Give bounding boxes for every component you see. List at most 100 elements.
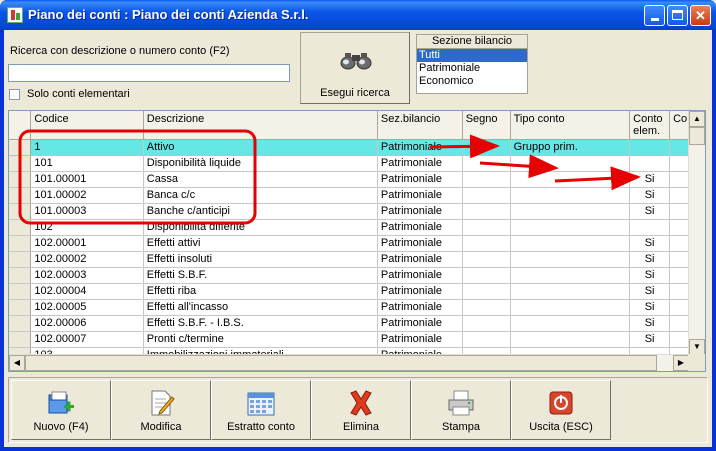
row-indicator[interactable] xyxy=(9,235,32,252)
table-row[interactable]: 101.00001 Cassa Patrimoniale Si xyxy=(9,171,705,188)
col-header-descrizione[interactable]: Descrizione xyxy=(143,111,378,140)
statement-button[interactable]: Estratto conto xyxy=(211,380,311,440)
table-row[interactable]: 102.00001 Effetti attivi Patrimoniale Si xyxy=(9,235,705,252)
cell-codice[interactable]: 101.00001 xyxy=(30,171,144,188)
cell-descrizione[interactable]: Effetti S.B.F. - I.B.S. xyxy=(143,315,378,332)
row-indicator[interactable] xyxy=(9,139,32,156)
scroll-down-button[interactable]: ▼ xyxy=(689,339,705,355)
row-indicator[interactable] xyxy=(9,267,32,284)
horizontal-scroll-thumb[interactable] xyxy=(25,355,657,371)
exit-button[interactable]: Uscita (ESC) xyxy=(511,380,611,440)
table-row[interactable]: 102.00007 Pronti c/termine Patrimoniale Si xyxy=(9,331,705,348)
cell-codice[interactable]: 101.00003 xyxy=(30,203,144,220)
table-row[interactable]: 1 Attivo Patrimoniale Gruppo prim. xyxy=(9,139,705,156)
cell-codice[interactable]: 102.00007 xyxy=(30,331,144,348)
row-indicator[interactable] xyxy=(9,219,32,236)
row-indicator[interactable] xyxy=(9,155,32,172)
edit-button[interactable]: Modifica xyxy=(111,380,211,440)
cell-conto-elem[interactable]: Si xyxy=(629,203,671,220)
grid-vertical-scrollbar[interactable]: ▲ ▼ xyxy=(688,111,705,355)
cell-sez-bilancio[interactable]: Patrimoniale xyxy=(377,315,463,332)
cell-tipo-conto[interactable] xyxy=(510,283,631,300)
cell-sez-bilancio[interactable]: Patrimoniale xyxy=(377,219,463,236)
cell-descrizione[interactable]: Effetti riba xyxy=(143,283,378,300)
table-row[interactable]: 101.00002 Banca c/c Patrimoniale Si xyxy=(9,187,705,204)
cell-descrizione[interactable]: Effetti S.B.F. xyxy=(143,267,378,284)
elementary-only-checkbox[interactable] xyxy=(9,88,20,100)
cell-segno[interactable] xyxy=(462,315,511,332)
cell-sez-bilancio[interactable]: Patrimoniale xyxy=(377,203,463,220)
cell-segno[interactable] xyxy=(462,267,511,284)
cell-conto-elem[interactable]: Si xyxy=(629,331,671,348)
sezione-bilancio-listbox[interactable]: Sezione bilancio Tutti Patrimoniale Econ… xyxy=(416,34,528,94)
cell-codice[interactable]: 102.00006 xyxy=(30,315,144,332)
cell-tipo-conto[interactable] xyxy=(510,219,631,236)
cell-segno[interactable] xyxy=(462,203,511,220)
sezione-option-economico[interactable]: Economico xyxy=(417,75,527,88)
col-header-codice[interactable]: Codice xyxy=(30,111,144,140)
delete-button[interactable]: Elimina xyxy=(311,380,411,440)
cell-codice[interactable]: 101.00002 xyxy=(30,187,144,204)
row-indicator[interactable] xyxy=(9,315,32,332)
row-indicator[interactable] xyxy=(9,187,32,204)
table-row[interactable]: 102.00005 Effetti all'incasso Patrimoniale… xyxy=(9,299,705,316)
row-indicator[interactable] xyxy=(9,331,32,348)
table-row[interactable]: 101 Disponibilità liquide Patrimoniale xyxy=(9,155,705,172)
table-row[interactable]: 102.00002 Effetti insoluti Patrimoniale Si xyxy=(9,251,705,268)
cell-sez-bilancio[interactable]: Patrimoniale xyxy=(377,139,463,156)
new-button[interactable]: Nuovo (F4) xyxy=(11,380,111,440)
cell-tipo-conto[interactable] xyxy=(510,331,631,348)
cell-tipo-conto[interactable] xyxy=(510,299,631,316)
row-indicator[interactable] xyxy=(9,203,32,220)
cell-segno[interactable] xyxy=(462,139,511,156)
cell-segno[interactable] xyxy=(462,251,511,268)
cell-descrizione[interactable]: Banca c/c xyxy=(143,187,378,204)
cell-sez-bilancio[interactable]: Patrimoniale xyxy=(377,251,463,268)
col-header-conto-elem[interactable]: Conto elem. xyxy=(629,111,671,140)
cell-codice[interactable]: 101 xyxy=(30,155,144,172)
cell-sez-bilancio[interactable]: Patrimoniale xyxy=(377,235,463,252)
cell-tipo-conto[interactable]: Gruppo prim. xyxy=(510,139,631,156)
cell-segno[interactable] xyxy=(462,187,511,204)
cell-codice[interactable]: 1 xyxy=(30,139,144,156)
cell-tipo-conto[interactable] xyxy=(510,155,631,172)
cell-conto-elem[interactable] xyxy=(629,139,671,156)
cell-descrizione[interactable]: Attivo xyxy=(143,139,378,156)
col-header-sez-bilancio[interactable]: Sez.bilancio xyxy=(377,111,463,140)
cell-conto-elem[interactable]: Si xyxy=(629,171,671,188)
cell-descrizione[interactable]: Cassa xyxy=(143,171,378,188)
cell-conto-elem[interactable] xyxy=(629,155,671,172)
cell-segno[interactable] xyxy=(462,331,511,348)
cell-descrizione[interactable]: Pronti c/termine xyxy=(143,331,378,348)
table-row[interactable]: 102 Disponibilità differite Patrimoniale xyxy=(9,219,705,236)
cell-codice[interactable]: 102.00001 xyxy=(30,235,144,252)
cell-conto-elem[interactable]: Si xyxy=(629,251,671,268)
cell-tipo-conto[interactable] xyxy=(510,251,631,268)
cell-conto-elem[interactable]: Si xyxy=(629,187,671,204)
accounts-grid[interactable]: Codice Descrizione Sez.bilancio Segno Ti… xyxy=(8,110,706,372)
cell-codice[interactable]: 102.00004 xyxy=(30,283,144,300)
cell-conto-elem[interactable]: Si xyxy=(629,283,671,300)
table-row[interactable]: 102.00006 Effetti S.B.F. - I.B.S. Patrimon… xyxy=(9,315,705,332)
cell-conto-elem[interactable]: Si xyxy=(629,299,671,316)
grid-horizontal-scrollbar[interactable]: ◀ ▶ xyxy=(9,354,689,371)
cell-sez-bilancio[interactable]: Patrimoniale xyxy=(377,283,463,300)
scroll-left-button[interactable]: ◀ xyxy=(9,355,25,371)
table-row[interactable]: 101.00003 Banche c/anticipi Patrimoniale Si xyxy=(9,203,705,220)
cell-descrizione[interactable]: Effetti attivi xyxy=(143,235,378,252)
cell-segno[interactable] xyxy=(462,219,511,236)
close-button[interactable]: ✕ xyxy=(690,5,711,26)
sezione-option-tutti[interactable]: Tutti xyxy=(417,49,527,62)
cell-conto-elem[interactable]: Si xyxy=(629,235,671,252)
cell-segno[interactable] xyxy=(462,283,511,300)
cell-conto-elem[interactable]: Si xyxy=(629,267,671,284)
cell-codice[interactable]: 102 xyxy=(30,219,144,236)
cell-tipo-conto[interactable] xyxy=(510,187,631,204)
cell-descrizione[interactable]: Effetti all'incasso xyxy=(143,299,378,316)
row-indicator[interactable] xyxy=(9,171,32,188)
row-indicator[interactable] xyxy=(9,299,32,316)
cell-codice[interactable]: 102.00002 xyxy=(30,251,144,268)
cell-descrizione[interactable]: Disponibilità differite xyxy=(143,219,378,236)
search-button[interactable]: Esegui ricerca xyxy=(300,32,410,104)
cell-sez-bilancio[interactable]: Patrimoniale xyxy=(377,331,463,348)
